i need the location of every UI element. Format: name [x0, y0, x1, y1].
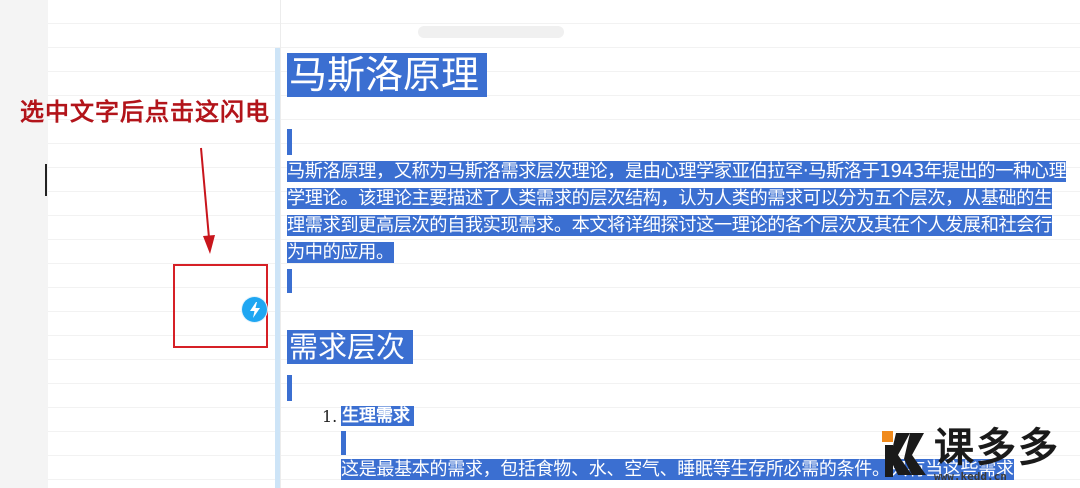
document-title[interactable]: 马斯洛原理: [287, 47, 488, 103]
watermark-brand: 课多多: [934, 425, 1060, 471]
top-scroll-indicator[interactable]: [418, 26, 564, 38]
selected-empty-line: [287, 375, 292, 401]
intro-paragraph[interactable]: 马斯洛原理，又称为马斯洛需求层次理论，是由心理学家亚伯拉罕·马斯洛于1943年提…: [287, 158, 1067, 266]
selected-empty-line: [287, 269, 292, 293]
section-heading[interactable]: 需求层次: [287, 326, 414, 368]
list-item[interactable]: 生理需求: [341, 402, 414, 430]
watermark-url: www.kedd.cn: [934, 470, 1007, 483]
watermark: 课多多 www.kedd.cn: [880, 425, 1080, 488]
annotation-arrow: [200, 147, 215, 254]
watermark-logo-icon: [882, 431, 926, 477]
selected-empty-line: [341, 431, 346, 455]
list-item-label: 生理需求: [341, 406, 414, 426]
ai-lightning-button[interactable]: [242, 297, 267, 322]
lightning-bolt-icon: [249, 301, 260, 318]
list-item-number: 1.: [322, 407, 338, 426]
